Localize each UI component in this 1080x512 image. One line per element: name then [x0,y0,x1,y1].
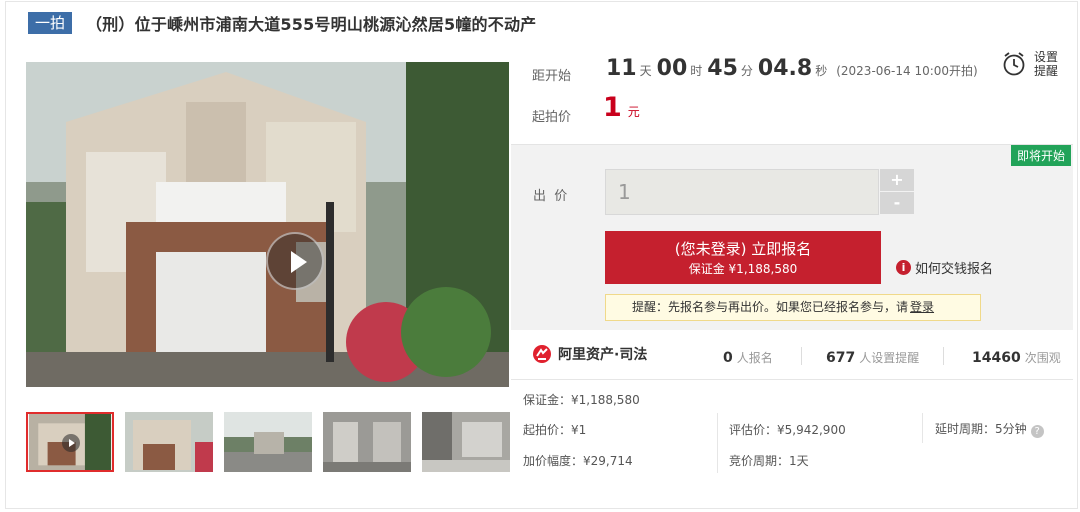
start-price-unit: 元 [627,105,640,119]
divider [943,347,944,365]
decrease-bid-button[interactable]: - [880,192,914,214]
countdown: 11 天 00 时 45 分 04.8 秒 (2023-06-14 10:00开… [606,56,978,81]
view-count-value: 14460 [972,350,1021,366]
stats-row: 阿里资产·司法 0 人报名 677 人设置提醒 14460 次围观 [511,338,1073,374]
countdown-seconds-unit: 秒 [815,64,828,78]
thumbnail-image[interactable] [323,412,411,472]
help-icon[interactable]: ? [1030,425,1044,438]
login-link[interactable]: 登录 [910,300,934,314]
thumbnail-image[interactable] [125,412,213,472]
increase-bid-button[interactable]: + [880,169,914,191]
page-title: （刑）位于嵊州市浦南大道555号明山桃源沁然居5幢的不动产 [86,15,537,34]
extension-detail-label: 延时周期：5分钟 [935,422,1027,436]
deposit-detail: 保证金：¥1,188,580 [523,393,640,407]
signup-deposit-label: 保证金 ¥1,188,580 [688,262,798,276]
divider [511,379,1073,380]
title-row: 一拍 （刑）位于嵊州市浦南大道555号明山桃源沁然居5幢的不动产 [28,11,536,35]
thumbnail-video[interactable] [26,412,114,472]
thumbnail-play-icon [62,434,80,452]
auction-round-tag: 一拍 [28,12,73,34]
countdown-days-unit: 天 [639,64,652,78]
start-price-value: 1 [603,92,622,123]
info-icon: i [896,260,911,275]
start-price: 1 元 [603,92,640,123]
how-to-pay-link[interactable]: i 如何交钱报名 [896,258,993,277]
signup-button[interactable]: (您未登录) 立即报名 保证金 ¥1,188,580 [605,231,881,284]
countdown-minutes: 45 [707,56,738,81]
divider [801,347,802,365]
start-price-detail: 起拍价：¥1 [523,423,587,437]
thumbnail-image[interactable] [422,412,510,472]
countdown-label: 距开始 [532,69,572,84]
bid-panel: 即将开始 出 价 + - (您未登录) 立即报名 保证金 ¥1,188,580 … [511,144,1073,330]
countdown-days: 11 [606,56,637,81]
main-photo[interactable] [26,62,509,387]
alarm-clock-icon [1003,52,1025,76]
view-count: 14460 次围观 [972,347,1061,366]
signup-count-value: 0 [723,350,733,366]
extension-detail: 延时周期：5分钟? [935,420,1044,438]
brand: 阿里资产·司法 [532,344,647,364]
thumbnail-image[interactable] [224,412,312,472]
signup-count: 0 人报名 [723,347,773,366]
brand-name: 阿里资产·司法 [558,347,648,363]
signup-count-label: 人报名 [736,351,773,365]
notice-text: 提醒：先报名参与再出价。如果您已经报名参与，请 [632,300,909,314]
thumbnail-strip [26,412,521,472]
signup-button-label: (您未登录) 立即报名 [674,240,812,258]
reminder-count-label: 人设置提醒 [859,351,920,365]
countdown-hours-unit: 时 [690,64,703,78]
set-reminder-label: 设置提醒 [1034,50,1059,78]
play-video-button[interactable] [266,232,324,290]
valuation-detail: 评估价：¥5,942,900 [729,423,846,437]
login-notice: 提醒：先报名参与再出价。如果您已经报名参与，请 登录 [605,294,981,321]
view-count-label: 次围观 [1024,351,1061,365]
countdown-hours: 00 [656,56,688,81]
ali-assets-logo-icon [533,345,551,363]
bid-label: 出 价 [533,189,568,204]
auction-start-time: (2023-06-14 10:00开拍) [836,64,978,78]
start-price-label: 起拍价 [532,110,572,125]
house-photo [26,62,509,387]
set-reminder-button[interactable]: 设置提醒 [1002,44,1072,84]
bidding-cycle-detail: 竞价周期：1天 [729,454,809,468]
divider [717,413,718,473]
reminder-count-value: 677 [826,350,856,366]
countdown-seconds: 04.8 [757,56,813,81]
how-to-pay-label: 如何交钱报名 [915,262,994,277]
status-badge: 即将开始 [1010,145,1071,166]
divider [922,413,923,443]
bid-amount-input[interactable] [605,169,879,215]
increment-detail: 加价幅度：¥29,714 [523,454,633,468]
countdown-minutes-unit: 分 [740,64,753,78]
reminder-count: 677 人设置提醒 [826,347,919,366]
